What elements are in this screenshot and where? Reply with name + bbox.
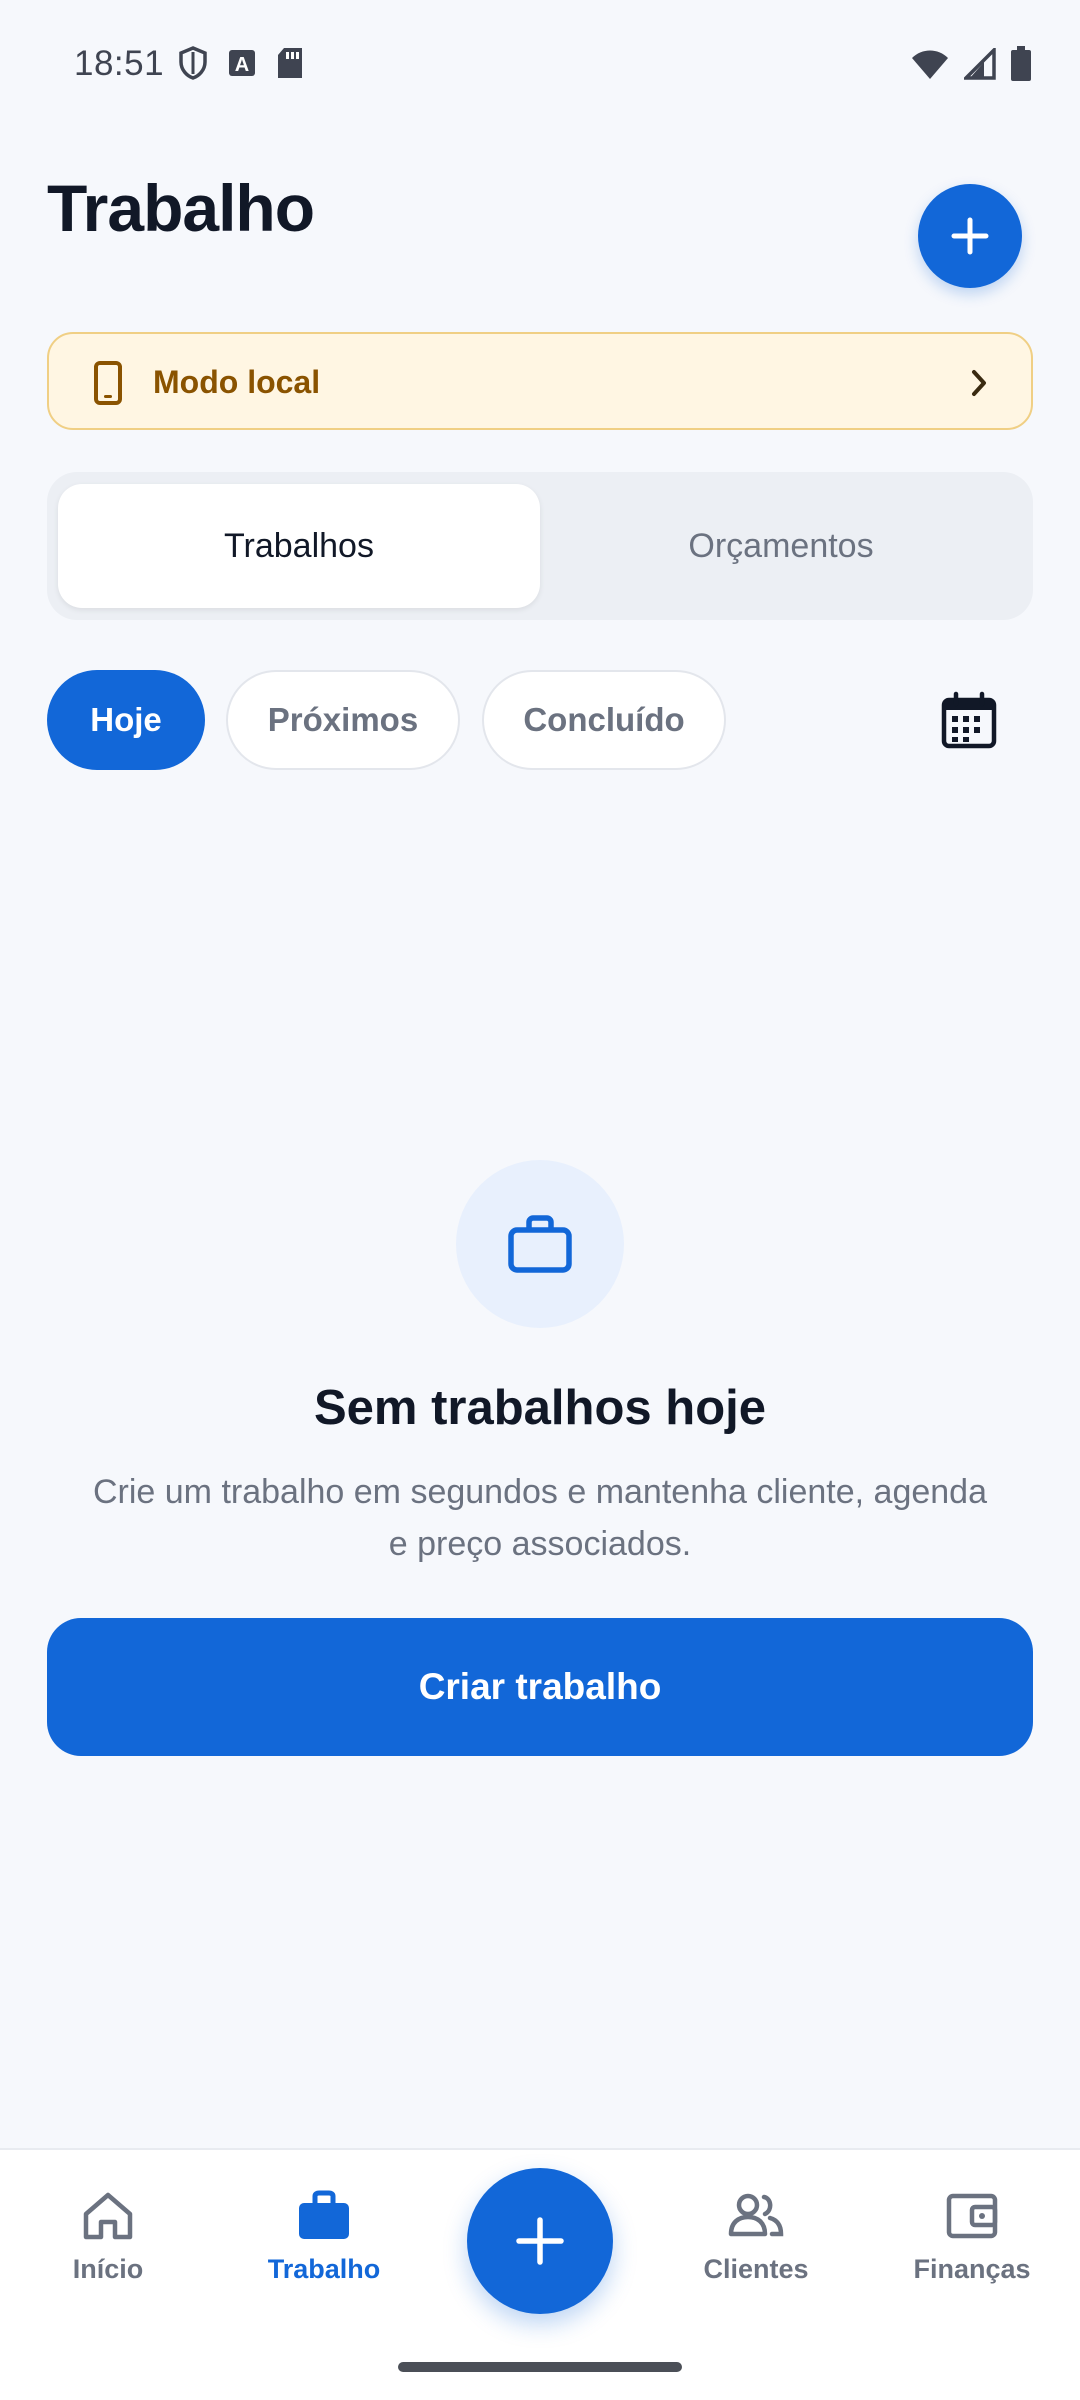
status-bar: 18:51 A — [0, 0, 1080, 130]
calendar-icon — [941, 691, 997, 749]
nav-item-trabalho[interactable]: Trabalho — [234, 2190, 414, 2310]
status-icons-right — [910, 46, 1032, 82]
chevron-right-icon — [972, 370, 986, 396]
add-job-button[interactable] — [918, 184, 1022, 288]
empty-state-title: Sem trabalhos hoje — [313, 1381, 766, 1435]
wallet-icon — [946, 2193, 998, 2239]
create-job-button[interactable]: Criar trabalho — [47, 1618, 1033, 1756]
nav-label-clientes: Clientes — [703, 2254, 809, 2284]
battery-icon — [1011, 46, 1031, 81]
home-indicator[interactable] — [398, 2362, 682, 2372]
screen: 18:51 A Trabalho Modo local Trabalhos Or… — [0, 0, 1080, 2400]
empty-state-icon-circle — [456, 1160, 624, 1328]
nav-item-financas[interactable]: Finanças — [882, 2190, 1062, 2310]
wifi-icon — [912, 50, 948, 79]
nav-add-button[interactable] — [467, 2168, 613, 2314]
nav-label-trabalho: Trabalho — [267, 2254, 381, 2284]
nav-item-clientes[interactable]: Clientes — [666, 2190, 846, 2310]
local-mode-banner[interactable]: Modo local — [47, 332, 1033, 430]
plus-icon — [951, 217, 989, 255]
tab-orcamentos[interactable]: Orçamentos — [540, 484, 1022, 608]
phone-icon — [94, 361, 122, 405]
status-time: 18:51 — [74, 44, 165, 83]
signal-icon — [964, 48, 996, 80]
status-icons-left: A — [178, 46, 304, 80]
filter-chip-today[interactable]: Hoje — [47, 670, 205, 770]
sd-card-icon — [278, 48, 302, 78]
page-title: Trabalho — [47, 171, 315, 245]
plus-icon — [516, 2217, 564, 2265]
segmented-control: Trabalhos Orçamentos — [47, 472, 1033, 620]
nav-item-inicio[interactable]: Início — [18, 2190, 198, 2310]
nav-label-inicio: Início — [72, 2254, 144, 2284]
tab-trabalhos[interactable]: Trabalhos — [58, 484, 540, 608]
local-mode-label: Modo local — [153, 364, 321, 400]
calendar-button[interactable] — [938, 690, 1000, 752]
home-icon — [83, 2192, 133, 2240]
svg-text:A: A — [235, 54, 249, 76]
font-a-icon: A — [229, 50, 255, 76]
nav-label-financas: Finanças — [913, 2254, 1031, 2284]
filter-chip-upcoming[interactable]: Próximos — [226, 670, 460, 770]
shield-icon — [179, 46, 207, 80]
empty-state-description: Crie um trabalho em segundos e mantenha … — [92, 1473, 987, 1563]
filter-chip-completed[interactable]: Concluído — [482, 670, 726, 770]
briefcase-icon — [508, 1215, 572, 1273]
briefcase-icon — [299, 2190, 349, 2239]
people-icon — [728, 2193, 784, 2237]
